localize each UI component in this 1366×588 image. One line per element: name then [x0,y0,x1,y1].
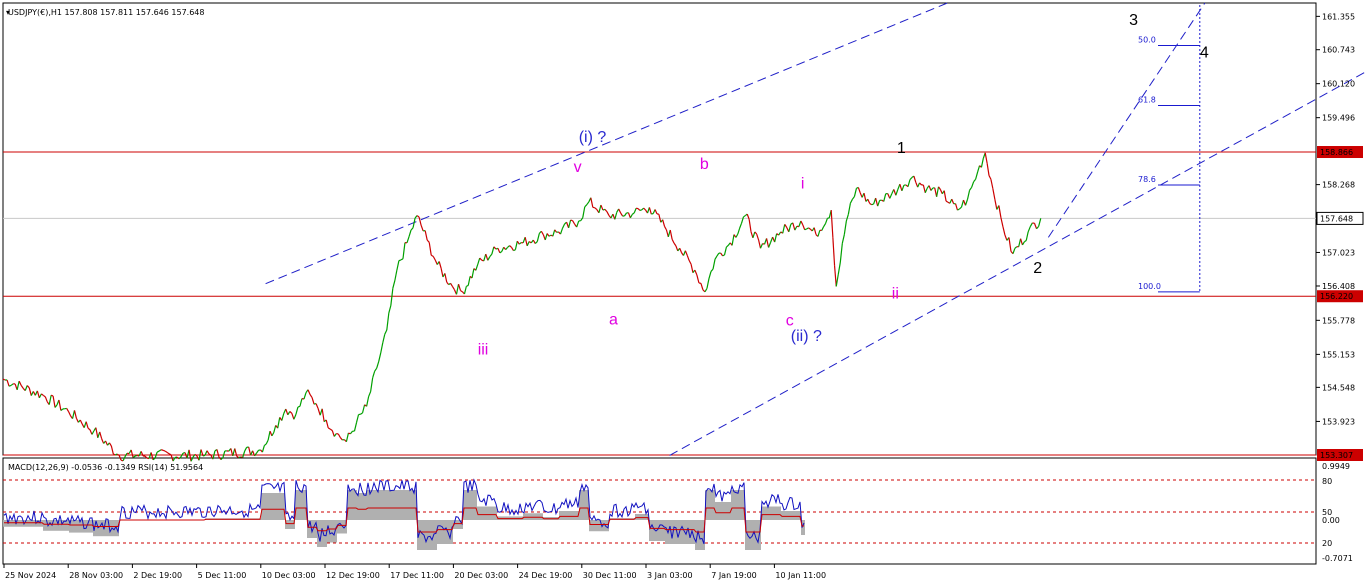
time-tick-label: 30 Dec 11:00 [583,571,637,580]
wave-label: 3 [1129,12,1138,29]
time-tick-label: 2 Dec 19:00 [133,571,182,580]
price-tick-label: 159.496 [1322,114,1355,123]
price-segment [513,249,516,252]
time-tick-label: 20 Dec 03:00 [454,571,508,580]
price-segment [236,455,240,459]
current-price-label: 157.648 [1320,214,1353,223]
price-tick-label: 155.778 [1322,316,1355,325]
time-tick-label: 28 Nov 03:00 [69,571,123,580]
indicator-tick-label: 0.00 [1322,516,1340,525]
price-segment [202,454,206,457]
price-segment [115,453,118,456]
price-tick-label: 158.268 [1322,181,1355,190]
time-tick-label: 25 Nov 2024 [5,571,56,580]
wave-label: a [609,312,618,329]
price-tick-label: 160.743 [1322,46,1355,55]
time-tick-label: 24 Dec 19:00 [519,571,573,580]
price-segment [570,219,573,222]
wave-label: 2 [1033,260,1042,277]
wave-label: v [574,159,582,176]
time-tick-label: 10 Jan 11:00 [775,571,826,580]
price-segment [398,259,402,262]
wave-label: iii [478,342,489,359]
collapse-triangle-icon[interactable]: ▾ [6,8,10,17]
time-tick-label: 12 Dec 19:00 [326,571,380,580]
time-axis: 25 Nov 2024 28 Nov 03:00 2 Dec 19:00 5 Dec … [3,564,826,580]
price-tag-label: 153.307 [1320,451,1353,460]
price-segment [2,378,6,381]
price-tick-label: 154.548 [1322,383,1355,392]
indicator-tick-label: 20 [1322,539,1332,548]
price-segment [466,284,469,287]
price-segment [134,454,138,457]
price-panel [2,2,1317,456]
indicator-panel [2,457,1317,565]
fib-level-label: 100.0 [1138,282,1161,291]
price-segment [722,254,725,257]
price-tag-label: 158.866 [1320,148,1353,157]
price-tick-label: 153.923 [1322,417,1355,426]
chart-canvas: USDJPY(€),H1 157.808 157.811 157.646 157… [2,2,1366,580]
price-segment [162,449,166,452]
indicator-tick-label: 0.9949 [1322,462,1350,471]
price-segment [50,394,54,397]
fib-level-label: 61.8 [1138,95,1156,104]
time-tick-label: 10 Dec 03:00 [262,571,316,580]
wave-label: i [801,175,805,192]
indicator-tick-label: 80 [1322,477,1332,486]
header-indicator-line: MACD(12,26,9) -0.0536 -0.1349 RSI(14) 51… [8,463,203,472]
price-segment [297,405,301,408]
fib-level-label: 50.0 [1138,36,1156,45]
price-tag-label: 156.220 [1320,292,1353,301]
price-tick-label: 156.408 [1322,282,1355,291]
wave-label: 1 [897,140,906,157]
price-segment [639,209,643,212]
wave-label: ii [892,285,899,302]
wave-label: (i) ? [579,129,607,146]
price-tick-label: 160.120 [1322,80,1355,89]
fib-level-label: 78.6 [1138,175,1156,184]
time-tick-label: 7 Jan 19:00 [711,571,757,580]
price-segment [871,203,874,206]
price-segment [8,384,12,387]
price-segment [113,453,116,456]
price-tick-label: 155.153 [1322,350,1355,359]
time-tick-label: 5 Dec 11:00 [198,571,247,580]
wave-label: 4 [1200,45,1209,62]
price-tick-label: 161.355 [1322,12,1355,21]
price-segment [238,456,241,459]
indicator-tick-label: -0.7071 [1322,554,1353,563]
price-tick-label: 157.023 [1322,248,1355,257]
wave-label: b [700,156,709,173]
header-symbol-line: USDJPY(€),H1 157.808 157.811 157.646 157… [8,8,204,17]
time-tick-label: 17 Dec 11:00 [390,571,444,580]
wave-label: (ii) ? [791,328,822,345]
price-segment [804,228,807,231]
time-tick-label: 3 Jan 03:00 [647,571,693,580]
